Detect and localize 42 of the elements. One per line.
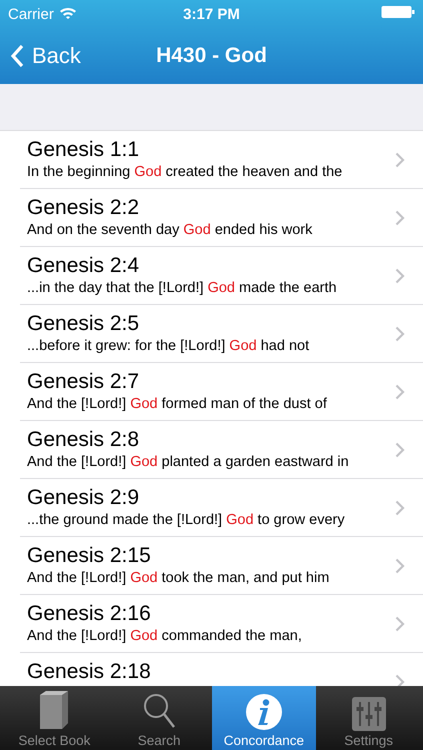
verse-reference: Genesis 2:4 [27, 253, 140, 279]
tab-bar-item[interactable]: Select Book [2, 686, 107, 750]
verse-reference: Genesis 2:2 [27, 195, 140, 221]
verse-reference: Genesis 2:5 [27, 311, 140, 337]
chevron-icon [395, 326, 405, 342]
tab-bar-item[interactable]: Search [106, 686, 212, 750]
tab-bar-item[interactable]: Concordance [212, 686, 316, 750]
verse-reference: Genesis 2:15 [27, 543, 151, 569]
chevron-icon [395, 442, 405, 458]
back-button[interactable]: Back [0, 34, 85, 78]
verse-excerpt: And the [!Lord!] God formed man of the dust of [27, 395, 327, 413]
chevron-icon [395, 500, 405, 516]
wifi-icon [58, 6, 77, 18]
verse-excerpt: ...in the day that the [!Lord!] God made the earth [27, 279, 337, 297]
status-time: 3:17 PM [183, 6, 240, 22]
verse-reference: Genesis 2:18 [27, 659, 151, 685]
verse-reference: Genesis 1:1 [27, 137, 140, 163]
verse-excerpt: And the [!Lord!] God took the man, and put him [27, 569, 330, 587]
verse-excerpt: And the [!Lord!] God planted a garden eastward in [27, 453, 349, 471]
verse-reference: Genesis 2:16 [27, 601, 151, 627]
chevron-icon [395, 558, 405, 574]
chevron-icon [395, 616, 405, 632]
verse-excerpt: ...the ground made the [!Lord!] God to grow every [27, 511, 345, 529]
chevron-icon [395, 152, 405, 168]
chevron-icon [395, 268, 405, 284]
carrier-label: Carrier [8, 6, 54, 22]
verse-excerpt: And the [!Lord!] God commanded the man, [27, 627, 302, 645]
verse-excerpt: ...before it grew: for the [!Lord!] God had not [27, 337, 310, 355]
chevron-icon [395, 210, 405, 226]
tab-bar-item[interactable]: Settings [316, 686, 421, 750]
verse-reference: Genesis 2:7 [27, 369, 140, 395]
battery-icon [381, 5, 415, 19]
chevron-icon [395, 384, 405, 400]
verse-excerpt: In the beginning God created the heaven and the [27, 163, 342, 181]
info-icon [244, 693, 283, 731]
chevron-icon [395, 674, 405, 686]
nav-title: H430 - God [156, 44, 267, 67]
verse-reference: Genesis 2:9 [27, 485, 140, 511]
back-chevron-icon [10, 44, 24, 68]
verse-excerpt: And on the seventh day God ended his work [27, 221, 312, 239]
verse-reference: Genesis 2:8 [27, 427, 140, 453]
sliders-icon [352, 697, 386, 731]
